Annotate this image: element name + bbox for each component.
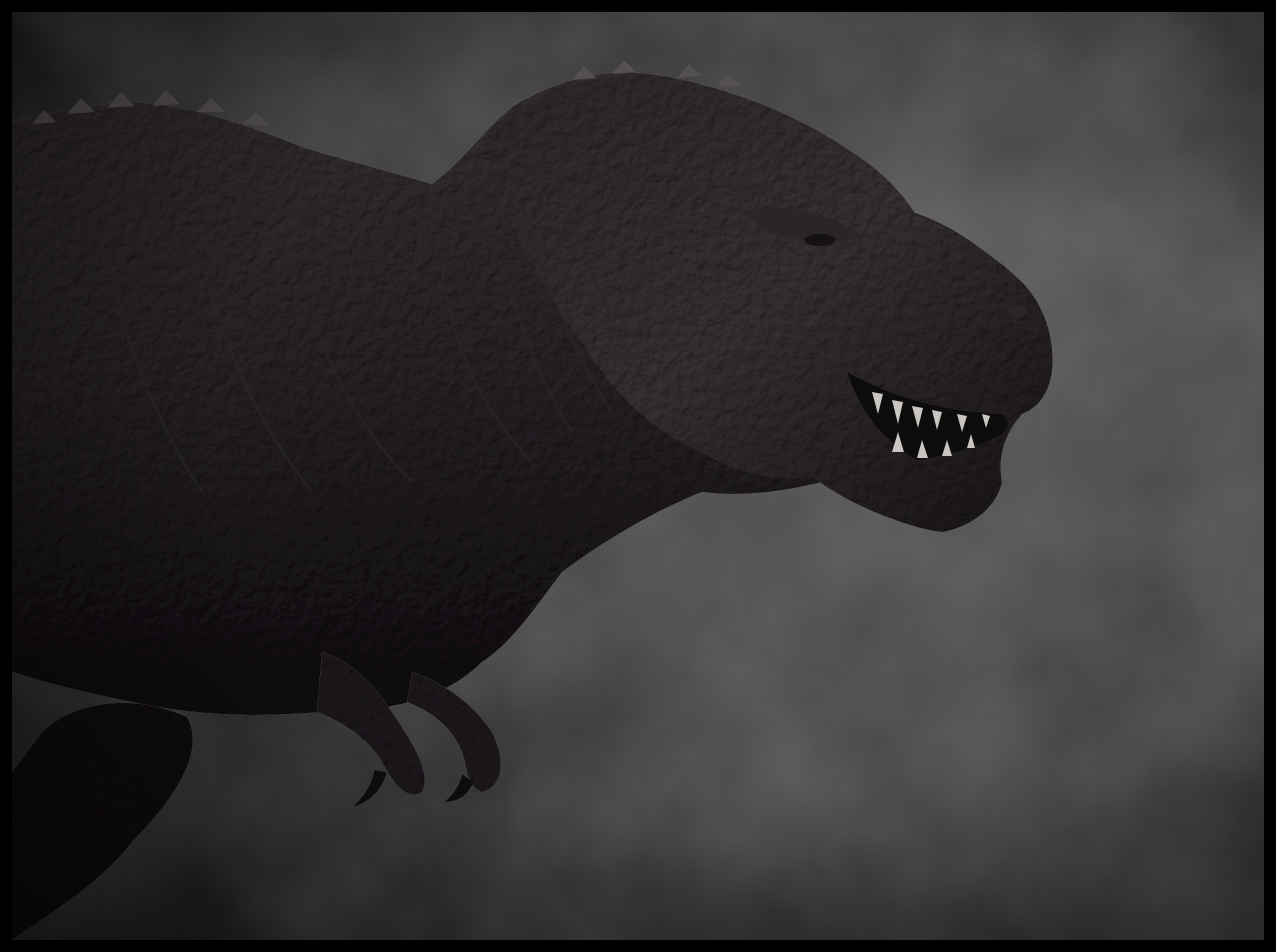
trex-illustration xyxy=(12,12,1264,940)
image-frame xyxy=(0,0,1276,952)
vignette xyxy=(12,12,1264,940)
scene xyxy=(12,12,1264,940)
